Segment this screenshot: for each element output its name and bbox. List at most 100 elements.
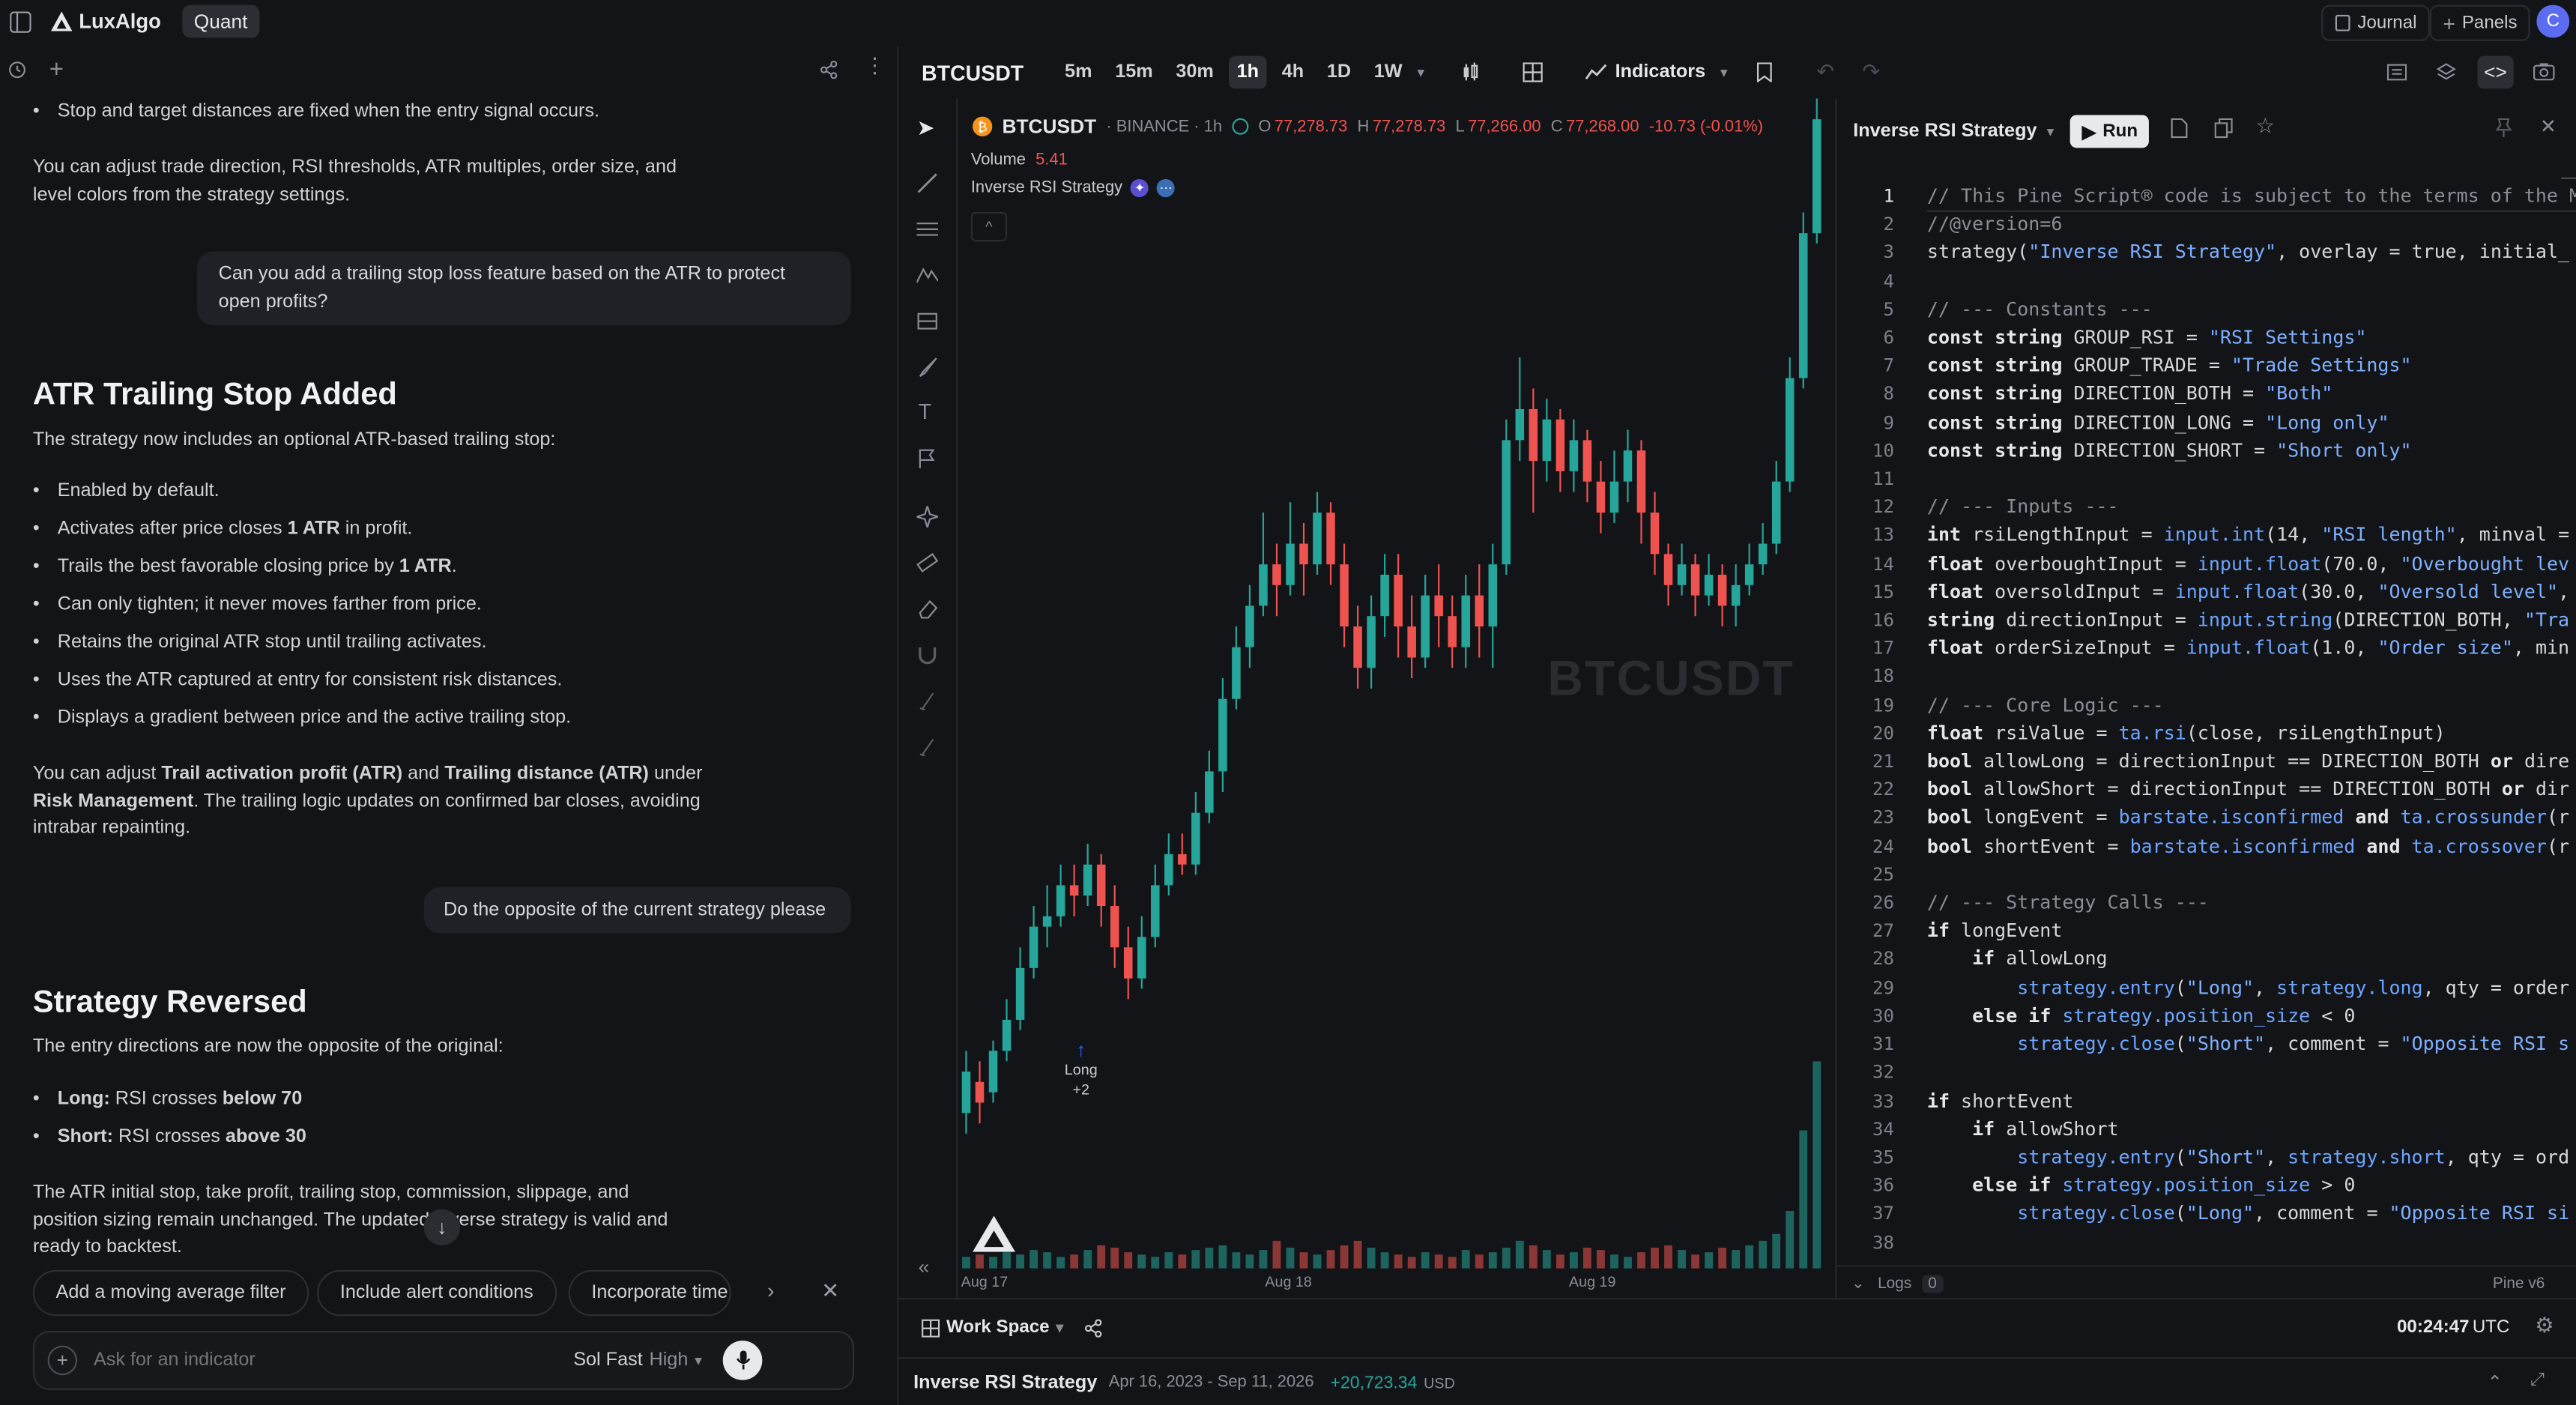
code-line[interactable]: const string DIRECTION_BOTH = "Both" (1927, 380, 2576, 408)
collapse-legend-icon[interactable]: ^ (970, 211, 1008, 242)
flag-icon[interactable] (916, 449, 938, 471)
pattern-icon[interactable] (916, 265, 938, 286)
code-line[interactable]: bool longEvent = barstate.isconfirmed an… (1927, 804, 2576, 833)
code-line[interactable]: int rsiLengthInput = input.int(14, "RSI … (1927, 522, 2576, 550)
camera-icon[interactable] (2533, 62, 2555, 81)
chevron-right-icon[interactable]: › (767, 1278, 775, 1303)
code-line[interactable]: bool allowShort = directionInput == DIRE… (1927, 776, 2576, 804)
workspace-selector[interactable]: Work Space ▾ (922, 1317, 1063, 1338)
timezone-selector[interactable]: UTC (2473, 1317, 2510, 1337)
code-line[interactable]: bool allowLong = directionInput == DIREC… (1927, 748, 2576, 776)
text-icon[interactable]: T (919, 399, 931, 424)
code-line[interactable]: float orderSizeInput = input.float(1.0, … (1927, 635, 2576, 663)
settings-icon[interactable]: ✦ (1131, 178, 1149, 198)
code-line[interactable] (1927, 1228, 2576, 1257)
suggestion-chip[interactable]: Add a moving average filter (32, 1269, 309, 1317)
suggestion-chip[interactable]: Include alert conditions (317, 1269, 557, 1317)
code-line[interactable] (1927, 663, 2576, 692)
chevron-down-icon[interactable]: ▾ (2047, 122, 2055, 140)
effort-selector[interactable]: High (649, 1350, 688, 1370)
code-line[interactable]: if shortEvent (1927, 1087, 2576, 1115)
brush-icon[interactable] (916, 357, 938, 378)
chevron-down-icon[interactable]: ▾ (1417, 63, 1424, 81)
code-line[interactable]: strategy("Inverse RSI Strategy", overlay… (1927, 239, 2576, 268)
code-line[interactable]: float rsiValue = ta.rsi(close, rsiLength… (1927, 719, 2576, 748)
share-icon[interactable] (1085, 1318, 1103, 1337)
code-line[interactable]: else if strategy.position_size > 0 (1927, 1172, 2576, 1200)
chevron-down-icon[interactable]: ⌄ (1851, 1274, 1864, 1292)
sparkle-icon[interactable] (916, 506, 938, 528)
layout-icon[interactable] (1523, 62, 1544, 82)
model-selector[interactable]: Sol Fast (573, 1350, 643, 1370)
timeframe-4h[interactable]: 4h (1274, 56, 1312, 89)
horizontal-lines-icon[interactable] (916, 219, 938, 241)
redo-icon[interactable]: ↷ (1862, 59, 1880, 85)
code-line[interactable] (1927, 268, 2576, 296)
save-icon[interactable] (2170, 118, 2188, 139)
code-line[interactable]: strategy.entry("Long", strategy.long, qt… (1927, 974, 2576, 1003)
code-line[interactable]: string directionInput = input.string(DIR… (1927, 606, 2576, 635)
code-line[interactable]: // --- Constants --- (1927, 295, 2576, 324)
symbol-selector[interactable]: BTCUSDT (922, 60, 1024, 85)
panels-button[interactable]: + Panels (2429, 4, 2531, 41)
timeframe-15m[interactable]: 15m (1107, 56, 1161, 89)
microphone-icon[interactable] (723, 1341, 764, 1380)
run-button[interactable]: ▶ Run (2070, 115, 2150, 148)
timeframe-30m[interactable]: 30m (1167, 56, 1221, 89)
code-line[interactable]: // --- Inputs --- (1927, 493, 2576, 522)
code-line[interactable]: strategy.entry("Short", strategy.short, … (1927, 1143, 2576, 1172)
scroll-down-icon[interactable]: ↓ (423, 1209, 460, 1245)
code-line[interactable]: // This Pine Script® code is subject to … (1926, 182, 2576, 213)
chat-input[interactable] (90, 1349, 574, 1372)
indicators-button[interactable]: Indicators ▾ (1585, 62, 1728, 82)
bookmark-icon[interactable] (1756, 62, 1772, 82)
history-icon[interactable] (8, 61, 26, 79)
collapse-icon[interactable]: « (919, 1255, 930, 1278)
code-line[interactable]: strategy.close("Short", comment = "Oppos… (1927, 1030, 2576, 1059)
code-line[interactable]: // --- Strategy Calls --- (1927, 889, 2576, 917)
user-avatar[interactable]: C (2536, 4, 2570, 38)
legend-symbol[interactable]: BTCUSDT (1002, 115, 1096, 138)
code-line[interactable]: const string DIRECTION_SHORT = "Short on… (1927, 437, 2576, 465)
new-chat-icon[interactable]: + (49, 56, 64, 84)
code-line[interactable]: bool shortEvent = barstate.isconfirmed a… (1927, 833, 2576, 861)
script-title[interactable]: Inverse RSI Strategy (1853, 121, 2037, 141)
code-line[interactable]: const string DIRECTION_LONG = "Long only… (1927, 408, 2576, 437)
hide-drawings-icon[interactable] (916, 736, 938, 758)
code-line[interactable] (1927, 1059, 2576, 1087)
brand-logo[interactable]: LuxAlgo (50, 10, 161, 33)
candle-type-icon[interactable] (1460, 62, 1480, 82)
code-line[interactable]: if allowLong (1927, 946, 2576, 974)
chevron-down-icon[interactable]: ▾ (695, 1351, 702, 1369)
more-options-icon[interactable]: ⋮ (864, 54, 886, 76)
strategy-legend[interactable]: Inverse RSI Strategy ✦ ⋯ (971, 178, 1176, 198)
fullscreen-icon[interactable]: ⤢ (2530, 1371, 2545, 1392)
close-icon[interactable]: ✕ (821, 1278, 839, 1305)
code-line[interactable]: strategy.close("Long", comment = "Opposi… (1927, 1200, 2576, 1228)
expand-up-icon[interactable]: ⌃ (2488, 1372, 2503, 1393)
sidebar-toggle-icon[interactable] (10, 11, 31, 33)
rectangle-icon[interactable] (916, 310, 938, 332)
code-line[interactable]: const string GROUP_RSI = "RSI Settings" (1927, 324, 2576, 352)
copy-icon[interactable] (2214, 118, 2233, 139)
scrollbar-thumb[interactable] (2561, 177, 2576, 179)
price-chart[interactable]: BTCUSDT ₿ BTCUSDT · BINANCE · 1h O 77,278… (956, 98, 1833, 1299)
code-line[interactable]: if longEvent (1927, 917, 2576, 946)
code-line[interactable] (1927, 465, 2576, 494)
trend-line-icon[interactable] (916, 172, 938, 194)
lock-drawings-icon[interactable] (916, 690, 938, 712)
share-icon[interactable]: ⋯ (1157, 178, 1176, 198)
timeframe-1d[interactable]: 1D (1319, 56, 1359, 89)
quant-mode-badge[interactable]: Quant (182, 4, 259, 38)
layers-icon[interactable] (2436, 62, 2456, 82)
code-line[interactable]: else if strategy.position_size < 0 (1927, 1002, 2576, 1030)
pin-icon[interactable] (2495, 118, 2512, 138)
close-editor-icon[interactable]: ✕ (2540, 115, 2557, 138)
code-area[interactable]: // This Pine Script® code is subject to … (1926, 182, 2576, 1257)
ruler-icon[interactable] (916, 552, 938, 574)
timeframe-5m[interactable]: 5m (1056, 56, 1100, 89)
code-editor-icon[interactable]: <> (2477, 55, 2514, 89)
star-icon[interactable]: ☆ (2255, 113, 2275, 139)
code-line[interactable]: //@version=6 (1927, 211, 2576, 239)
suggestion-chip[interactable]: Incorporate time s (568, 1269, 731, 1317)
